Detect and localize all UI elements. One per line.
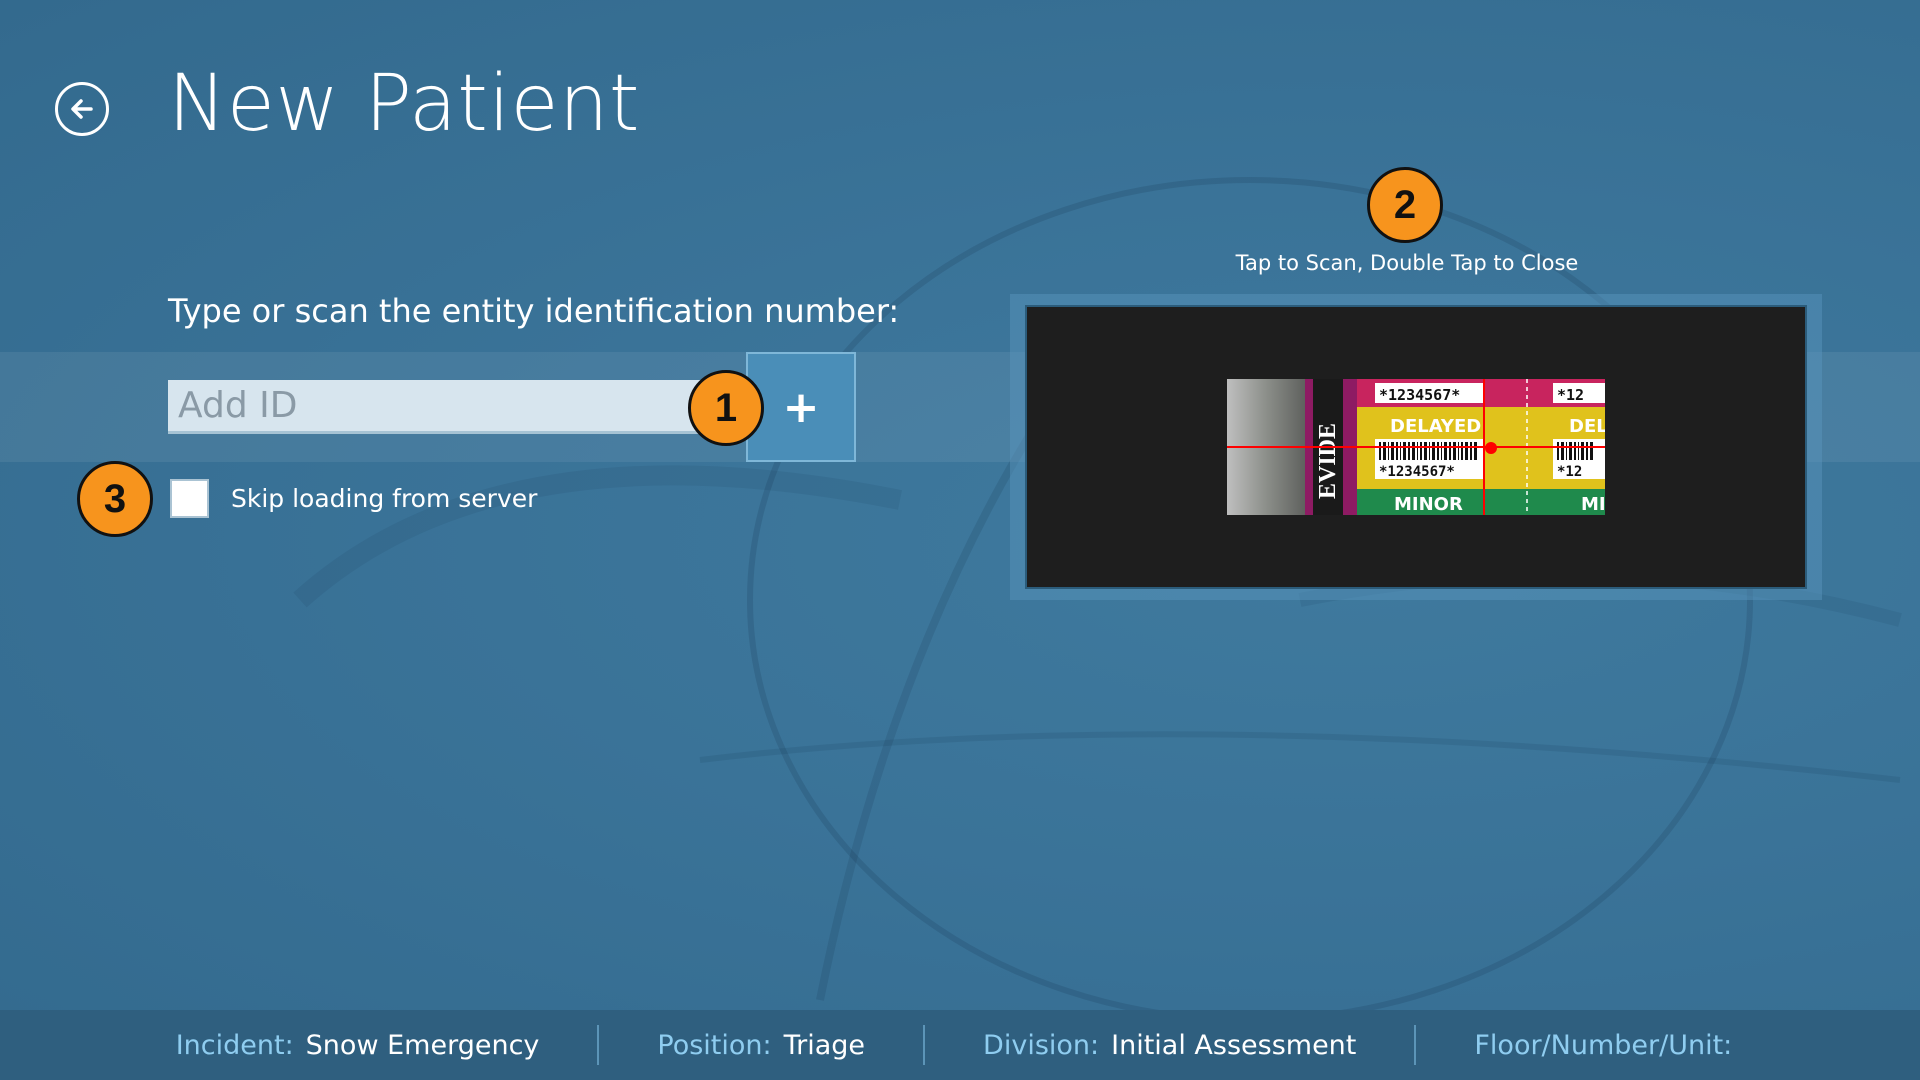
status-incident: Incident: Snow Emergency [118,1030,598,1061]
page-title: New Patient [168,59,641,149]
status-incident-label: Incident: [175,1029,294,1061]
status-division-value: Initial Assessment [1111,1029,1357,1061]
tag-number-1: *1234567* [1379,386,1460,404]
status-position-value: Triage [783,1029,866,1061]
status-division-label: Division: [983,1029,1100,1061]
back-button[interactable] [55,82,109,136]
status-position-label: Position: [657,1029,772,1061]
status-incident-value: Snow Emergency [305,1029,540,1061]
id-input[interactable] [168,380,748,434]
status-division: Division: Initial Assessment [925,1030,1414,1061]
status-floor-unit: Floor/Number/Unit: [1416,1030,1802,1061]
scan-hint: Tap to Scan, Double Tap to Close [1235,251,1579,275]
status-position: Position: Triage [599,1030,923,1061]
camera-preview-image: EVIDE *1234567* *12 DELAYED DEL *1234567… [1227,379,1605,515]
status-floor-unit-label: Floor/Number/Unit: [1474,1029,1733,1061]
tag-minor-2: MI [1581,494,1605,515]
tag-number-2b: *12 [1557,464,1582,480]
tag-number-1b: *12 [1557,386,1584,404]
tag-delayed-1: DELAYED [1390,416,1481,437]
tag-delayed-2: DEL [1569,416,1605,437]
id-prompt: Type or scan the entity identification n… [168,292,900,330]
back-arrow-icon [71,99,93,119]
status-bar: Incident: Snow Emergency Position: Triag… [0,1010,1920,1080]
callout-badge-1: 1 [688,370,764,446]
callout-badge-2: 2 [1367,167,1443,243]
callout-badge-3: 3 [77,461,153,537]
skip-loading-checkbox[interactable] [170,479,209,518]
tag-number-2: *1234567* [1379,464,1455,480]
evidence-text: EVIDE [1315,423,1341,499]
skip-loading-label: Skip loading from server [231,484,538,513]
tag-minor-1: MINOR [1394,494,1463,515]
